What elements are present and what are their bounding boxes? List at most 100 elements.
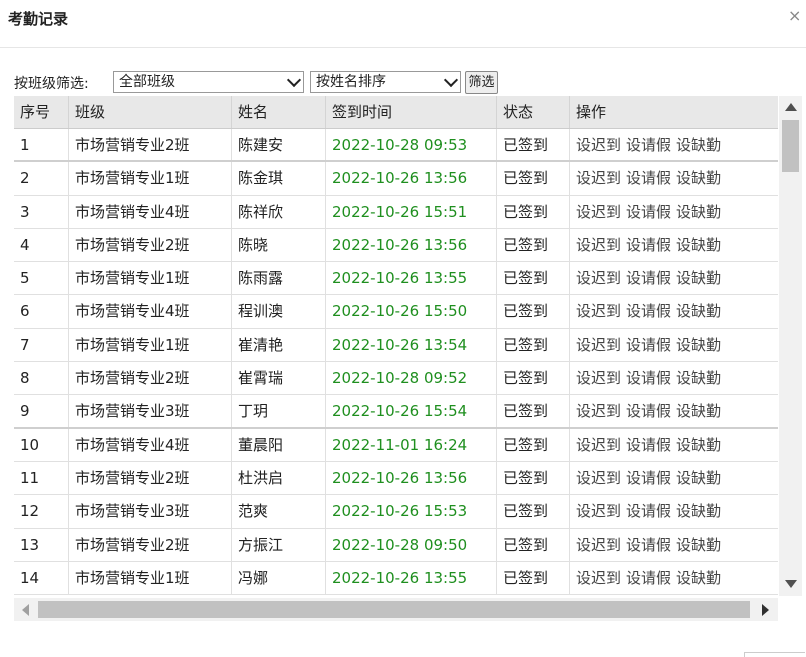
set-late-link[interactable]: 设迟到 (576, 469, 621, 487)
row-class: 市场营销专业2班 (69, 528, 232, 561)
set-leave-link[interactable]: 设请假 (626, 302, 671, 320)
set-leave-link[interactable]: 设请假 (626, 203, 671, 221)
row-signin-time: 2022-10-26 13:55 (326, 262, 497, 295)
set-late-link[interactable]: 设迟到 (576, 136, 621, 154)
row-name: 范爽 (232, 495, 326, 528)
row-class: 市场营销专业2班 (69, 362, 232, 395)
row-actions: 设迟到 设请假 设缺勤 (570, 196, 778, 228)
set-late-link[interactable]: 设迟到 (576, 436, 621, 454)
row-no: 6 (14, 295, 69, 328)
row-class: 市场营销专业4班 (69, 195, 232, 228)
horizontal-scrollbar[interactable] (14, 598, 778, 621)
row-class: 市场营销专业1班 (69, 262, 232, 295)
row-name: 陈雨露 (232, 262, 326, 295)
row-signin-time: 2022-10-28 09:53 (326, 129, 497, 161)
set-absent-link[interactable]: 设缺勤 (676, 169, 721, 187)
row-status: 已签到 (497, 362, 570, 395)
row-name: 丁玥 (232, 395, 326, 427)
set-absent-link[interactable]: 设缺勤 (676, 269, 721, 287)
row-signin-time: 2022-10-28 09:50 (326, 528, 497, 561)
set-absent-link[interactable]: 设缺勤 (676, 402, 721, 420)
set-late-link[interactable]: 设迟到 (576, 536, 621, 554)
table-row: 10 市场营销专业4班 董晨阳 2022-11-01 16:24 已签到 设迟到 设请假 设缺… (14, 428, 778, 462)
row-name: 崔霄瑞 (232, 362, 326, 395)
row-signin-time: 2022-10-26 13:56 (326, 461, 497, 495)
set-leave-link[interactable]: 设请假 (626, 336, 671, 354)
set-absent-link[interactable]: 设缺勤 (676, 336, 721, 354)
set-absent-link[interactable]: 设缺勤 (676, 236, 721, 254)
set-late-link[interactable]: 设迟到 (576, 502, 621, 520)
set-late-link[interactable]: 设迟到 (576, 569, 621, 587)
title-divider (0, 47, 806, 48)
row-class: 市场营销专业4班 (69, 428, 232, 461)
set-late-link[interactable]: 设迟到 (576, 402, 621, 420)
scroll-right-arrow-icon[interactable] (762, 604, 769, 616)
set-absent-link[interactable]: 设缺勤 (676, 536, 721, 554)
table-row: 2 市场营销专业1班 陈金琪 2022-10-26 13:56 已签到 设迟到 设请假 设缺勤 (14, 162, 778, 196)
vertical-scrollbar[interactable] (779, 96, 802, 596)
scroll-left-arrow-icon[interactable] (22, 604, 29, 616)
attendance-grid: 序号 班级 姓名 签到时间 状态 操作 1 市场营销专业2班 陈建安 2022-10-… (14, 96, 802, 622)
set-leave-link[interactable]: 设请假 (626, 536, 671, 554)
row-no: 12 (14, 495, 69, 528)
set-late-link[interactable]: 设迟到 (576, 369, 621, 387)
table-row: 14 市场营销专业1班 冯娜 2022-10-26 13:55 已签到 设迟到 设请假 设缺勤 (14, 561, 778, 596)
set-absent-link[interactable]: 设缺勤 (676, 203, 721, 221)
row-class: 市场营销专业2班 (69, 129, 232, 161)
close-icon[interactable]: × (788, 6, 801, 25)
set-leave-link[interactable]: 设请假 (626, 402, 671, 420)
scroll-up-arrow-icon[interactable] (785, 103, 797, 111)
set-absent-link[interactable]: 设缺勤 (676, 302, 721, 320)
set-leave-link[interactable]: 设请假 (626, 236, 671, 254)
set-leave-link[interactable]: 设请假 (626, 169, 671, 187)
table-body: 1 市场营销专业2班 陈建安 2022-10-28 09:53 已签到 设迟到 设请假 设缺勤… (14, 129, 778, 597)
dialog-title: 考勤记录 (8, 10, 69, 28)
set-absent-link[interactable]: 设缺勤 (676, 369, 721, 387)
scroll-down-arrow-icon[interactable] (785, 580, 797, 588)
row-name: 陈祥欣 (232, 195, 326, 228)
vertical-scroll-thumb[interactable] (782, 120, 799, 172)
class-select-value: 全部班级 (119, 74, 175, 90)
set-leave-link[interactable]: 设请假 (626, 502, 671, 520)
row-signin-time: 2022-10-26 13:56 (326, 162, 497, 195)
footer-edge (744, 652, 805, 657)
set-absent-link[interactable]: 设缺勤 (676, 502, 721, 520)
row-no: 3 (14, 195, 69, 228)
set-leave-link[interactable]: 设请假 (626, 436, 671, 454)
row-name: 董晨阳 (232, 428, 326, 461)
set-leave-link[interactable]: 设请假 (626, 269, 671, 287)
sort-select[interactable]: 按姓名排序 (310, 71, 461, 93)
row-class: 市场营销专业1班 (69, 328, 232, 362)
class-select[interactable]: 全部班级 (113, 71, 304, 93)
set-late-link[interactable]: 设迟到 (576, 302, 621, 320)
row-actions: 设迟到 设请假 设缺勤 (570, 562, 778, 594)
set-leave-link[interactable]: 设请假 (626, 369, 671, 387)
set-absent-link[interactable]: 设缺勤 (676, 569, 721, 587)
row-no: 9 (14, 395, 69, 427)
row-status: 已签到 (497, 328, 570, 362)
set-late-link[interactable]: 设迟到 (576, 336, 621, 354)
set-leave-link[interactable]: 设请假 (626, 569, 671, 587)
row-signin-time: 2022-10-28 09:52 (326, 362, 497, 395)
table-row: 6 市场营销专业4班 程训澳 2022-10-26 15:50 已签到 设迟到 设请假 设缺勤 (14, 295, 778, 329)
set-leave-link[interactable]: 设请假 (626, 469, 671, 487)
table-row: 5 市场营销专业1班 陈雨露 2022-10-26 13:55 已签到 设迟到 设请假 设缺勤 (14, 262, 778, 296)
set-late-link[interactable]: 设迟到 (576, 236, 621, 254)
row-status: 已签到 (497, 561, 570, 595)
set-absent-link[interactable]: 设缺勤 (676, 469, 721, 487)
set-late-link[interactable]: 设迟到 (576, 203, 621, 221)
row-status: 已签到 (497, 428, 570, 461)
scroll-corner (778, 598, 802, 621)
row-name: 杜洪启 (232, 461, 326, 495)
set-leave-link[interactable]: 设请假 (626, 136, 671, 154)
set-late-link[interactable]: 设迟到 (576, 169, 621, 187)
filter-button[interactable]: 筛选 (465, 71, 498, 94)
row-class: 市场营销专业1班 (69, 561, 232, 595)
set-late-link[interactable]: 设迟到 (576, 269, 621, 287)
chevron-down-icon (443, 72, 459, 88)
horizontal-scroll-thumb[interactable] (38, 601, 750, 618)
set-absent-link[interactable]: 设缺勤 (676, 436, 721, 454)
row-actions: 设迟到 设请假 设缺勤 (570, 495, 778, 527)
row-status: 已签到 (497, 228, 570, 262)
set-absent-link[interactable]: 设缺勤 (676, 136, 721, 154)
